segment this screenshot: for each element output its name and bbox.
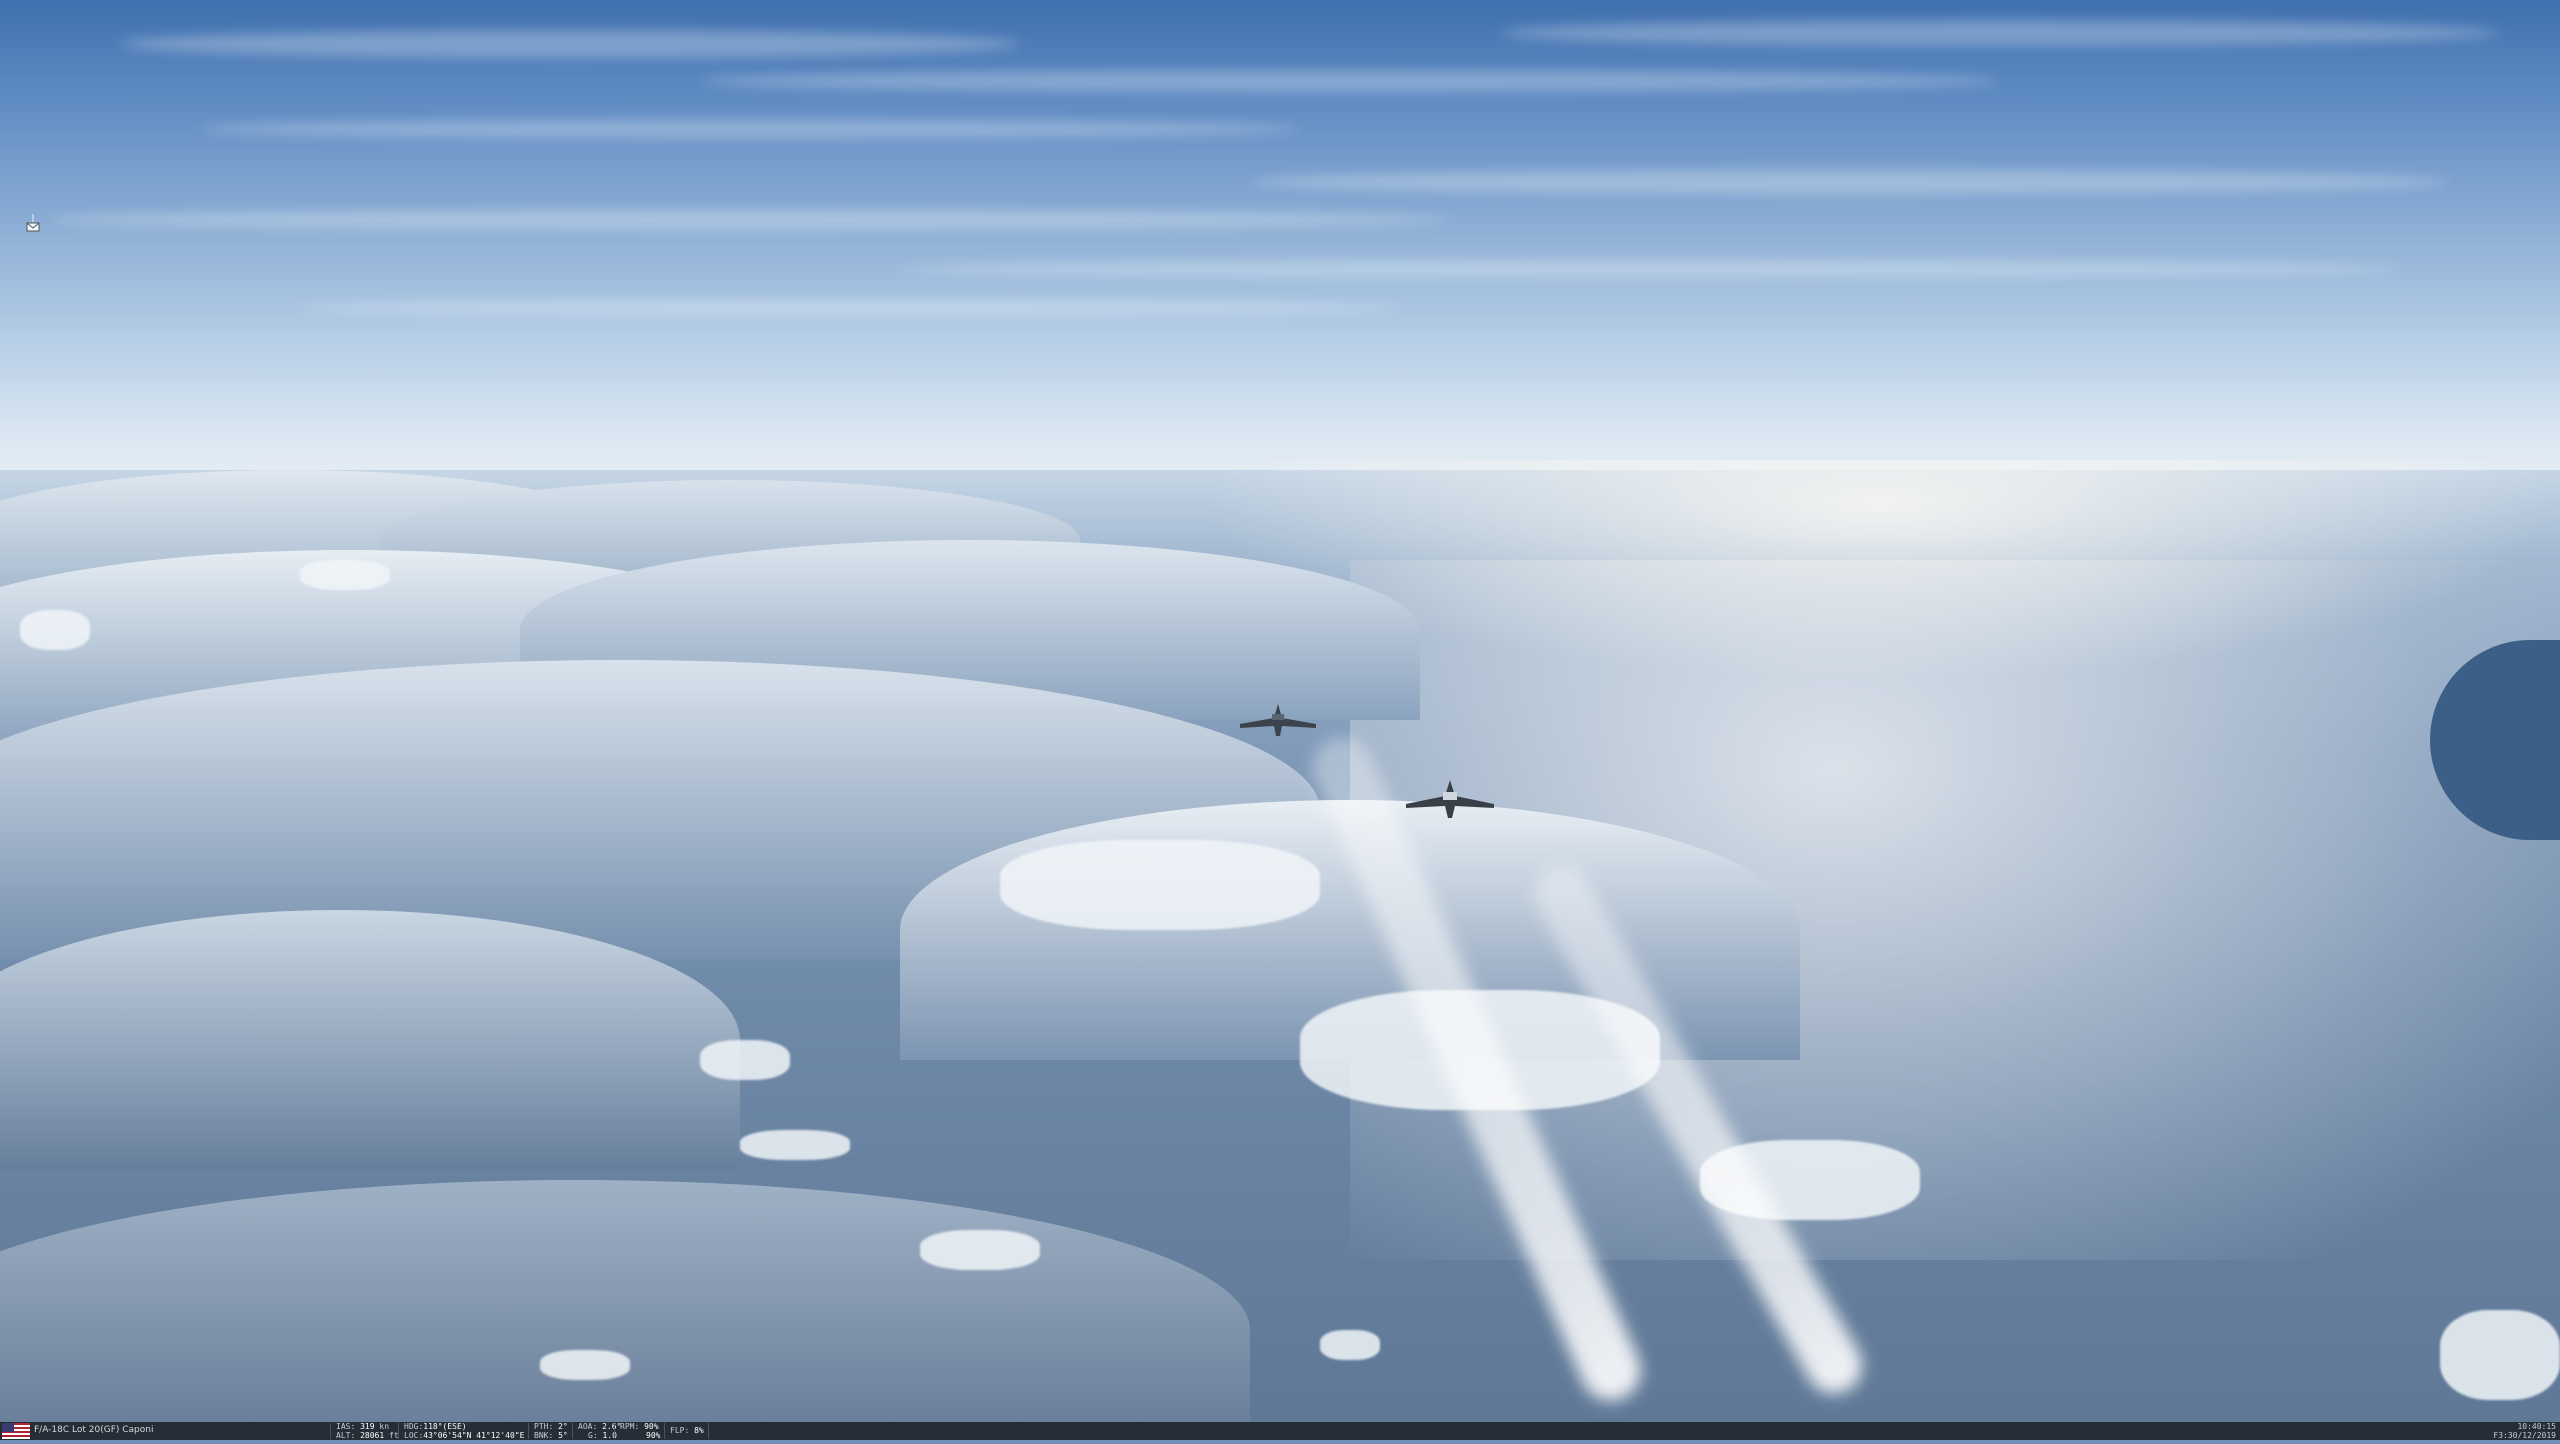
loc-value: 43°06'54"N 41°12'40"E (423, 1431, 525, 1440)
aoa-g-group: AOA: 2.6° G: 1.0 (578, 1422, 622, 1440)
rpm-value-right: 90% (646, 1431, 661, 1440)
divider (664, 1423, 665, 1439)
cirrus-cloud (50, 210, 1450, 230)
snow-patch (740, 1130, 850, 1160)
clock-group: 10:40:15 F3:30/12/2019 (2466, 1422, 2556, 1440)
cirrus-cloud (1500, 20, 2500, 46)
cirrus-cloud (1250, 170, 2450, 194)
snow-patch (700, 1040, 790, 1080)
divider (330, 1423, 331, 1439)
snow-patch (1320, 1330, 1380, 1360)
pth-label: PTH: (534, 1422, 554, 1431)
snow-patch (20, 610, 90, 650)
hdg-label: HDG: (404, 1422, 424, 1431)
flp-group: FLP: 8% (670, 1426, 710, 1444)
divider (398, 1423, 399, 1439)
sky (0, 0, 2560, 520)
rpm-label: RPM: (620, 1422, 640, 1431)
status-bar: F/A-18C Lot 20(GF) Caponi IAS: 319 kn AL… (0, 1422, 2560, 1440)
hdg-value: 118°(ESE) (423, 1422, 467, 1431)
hdg-loc-group: HDG:118°(ESE) LOC:43°06'54"N 41°12'40"E (404, 1422, 524, 1440)
rpm-value-left: 90% (644, 1422, 659, 1431)
divider (614, 1423, 615, 1439)
cirrus-cloud (900, 260, 2400, 278)
aoa-value: 2.6° (602, 1422, 622, 1431)
cirrus-cloud (200, 120, 1300, 138)
ias-label: IAS: (336, 1422, 356, 1431)
cirrus-cloud (300, 300, 1400, 316)
divider (572, 1423, 573, 1439)
ias-value: 319 (360, 1422, 375, 1431)
fighter-jet (1406, 780, 1494, 818)
pth-bnk-group: PTH: 2° BNK: 5° (534, 1422, 568, 1440)
cirrus-cloud (120, 30, 1020, 58)
ias-alt-group: IAS: 319 kn ALT: 28061 ft (336, 1422, 399, 1440)
aoa-label: AOA: (578, 1422, 598, 1431)
game-viewport (0, 0, 2560, 1422)
usa-flag-icon (2, 1423, 30, 1439)
flp-value: 8% (694, 1426, 704, 1435)
snow-patch (540, 1350, 630, 1380)
bnk-value: 5° (558, 1431, 568, 1440)
rpm-group: RPM: 90% 90% (620, 1422, 664, 1440)
bnk-label: BNK: (534, 1431, 554, 1440)
mail-icon[interactable] (26, 214, 40, 234)
fighter-jet (1240, 704, 1316, 736)
sim-date: F3:30/12/2019 (2493, 1431, 2556, 1440)
alt-value: 28061 (360, 1431, 385, 1440)
snow-patch (1000, 840, 1320, 930)
cirrus-cloud (700, 70, 2000, 92)
g-label: G: (588, 1431, 598, 1440)
flp-label: FLP: (670, 1426, 690, 1435)
aircraft-name: F/A-18C Lot 20(GF) Caponi (34, 1425, 154, 1435)
ias-unit: kn (379, 1422, 390, 1431)
alt-label: ALT: (336, 1431, 356, 1440)
loc-label: LOC: (404, 1431, 424, 1440)
snow-patch (2440, 1310, 2560, 1400)
snow-patch (300, 560, 390, 590)
divider (708, 1423, 709, 1439)
snow-patch (920, 1230, 1040, 1270)
divider (528, 1423, 529, 1439)
sim-time: 10:40:15 (2517, 1422, 2556, 1431)
pth-value: 2° (558, 1422, 568, 1431)
